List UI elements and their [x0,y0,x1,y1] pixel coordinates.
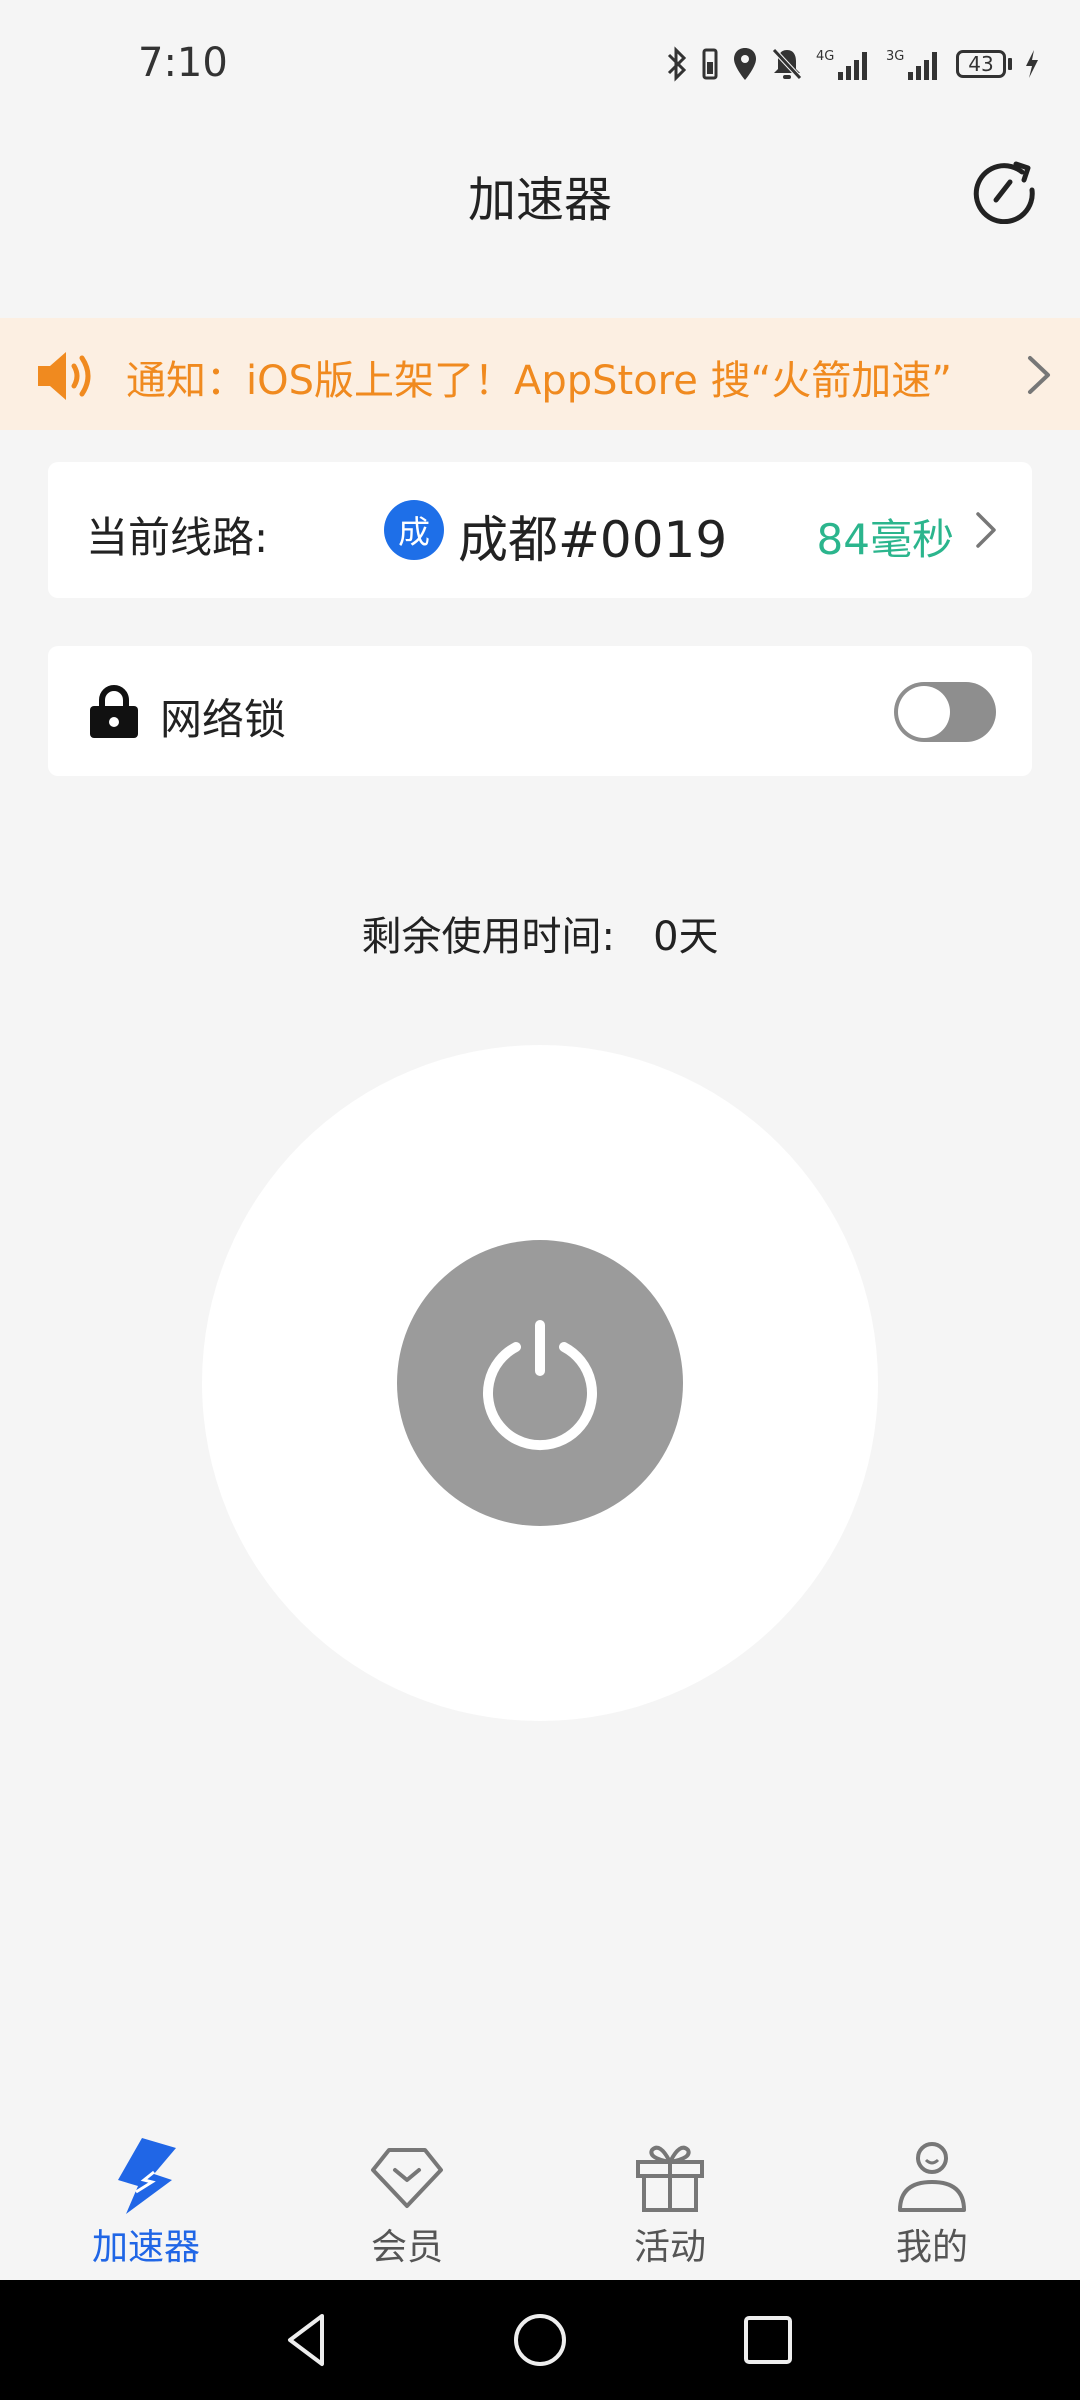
back-icon[interactable] [278,2310,338,2370]
status-time: 7:10 [138,40,228,86]
network-lock-toggle[interactable] [894,682,996,742]
charging-icon [1026,50,1038,78]
status-icons: 4G 3G 43 [666,42,1040,86]
route-label: 当前线路: [86,513,269,562]
accelerator-icon [118,2138,176,2214]
battery-level: 43 [956,50,1006,78]
location-icon [734,48,756,80]
network-lock-label: 网络锁 [160,695,287,744]
nav-label-profile: 我的 [895,2227,968,2268]
battery-tip [1008,58,1012,70]
notice-text: 通知：iOS版上架了！AppStore 搜“火箭加速” [126,358,953,404]
signal-3g-icon: 3G [886,49,937,80]
lock-icon [90,685,138,738]
remaining-time: 剩余使用时间: 0天 [361,914,719,960]
current-route-card[interactable]: 当前线路: 成 成都#0019 84毫秒 [48,462,1032,598]
route-name: 成都#0019 [458,511,728,569]
power-icon [483,1320,597,1451]
bluetooth-icon [667,46,687,82]
status-bar: 7:10 4G 3G 43 [0,0,1080,130]
signal-4g-icon: 4G [816,49,867,80]
home-icon[interactable] [510,2310,570,2370]
toggle-knob [898,686,950,738]
system-nav-bar [0,2280,1080,2400]
vibrate-icon [702,48,718,80]
nav-item-profile[interactable]: 我的 [832,2110,1032,2280]
svg-text:4G: 4G [816,49,834,64]
battery-indicator: 43 [956,50,1012,78]
vip-icon [371,2148,443,2208]
header: 加速器 [0,140,1080,250]
nav-item-accelerator[interactable]: 加速器 [46,2110,246,2280]
refresh-icon [973,161,1035,225]
mute-bell-icon [772,48,802,80]
nav-item-activity[interactable]: 活动 [570,2110,770,2280]
refresh-button[interactable] [970,156,1038,225]
nav-label-accelerator: 加速器 [91,2227,200,2268]
chevron-right-icon [976,512,996,548]
network-lock-card: 网络锁 [48,646,1032,776]
speaker-icon [38,352,91,400]
power-button[interactable] [397,1240,683,1526]
page-title: 加速器 [467,172,612,228]
gift-icon [636,2145,704,2212]
svg-text:3G: 3G [886,49,904,64]
route-latency: 84毫秒 [816,515,954,564]
nav-item-vip[interactable]: 会员 [307,2110,507,2280]
profile-icon [898,2142,966,2212]
route-city-badge: 成 [384,500,444,560]
nav-label-activity: 活动 [633,2227,706,2268]
notice-bar[interactable]: 通知：iOS版上架了！AppStore 搜“火箭加速” [0,318,1080,430]
bottom-nav: 加速器 会员 活动 我的 [0,2110,1080,2280]
nav-label-vip: 会员 [370,2227,443,2268]
chevron-right-icon [1028,356,1050,394]
recents-icon[interactable] [738,2310,798,2370]
